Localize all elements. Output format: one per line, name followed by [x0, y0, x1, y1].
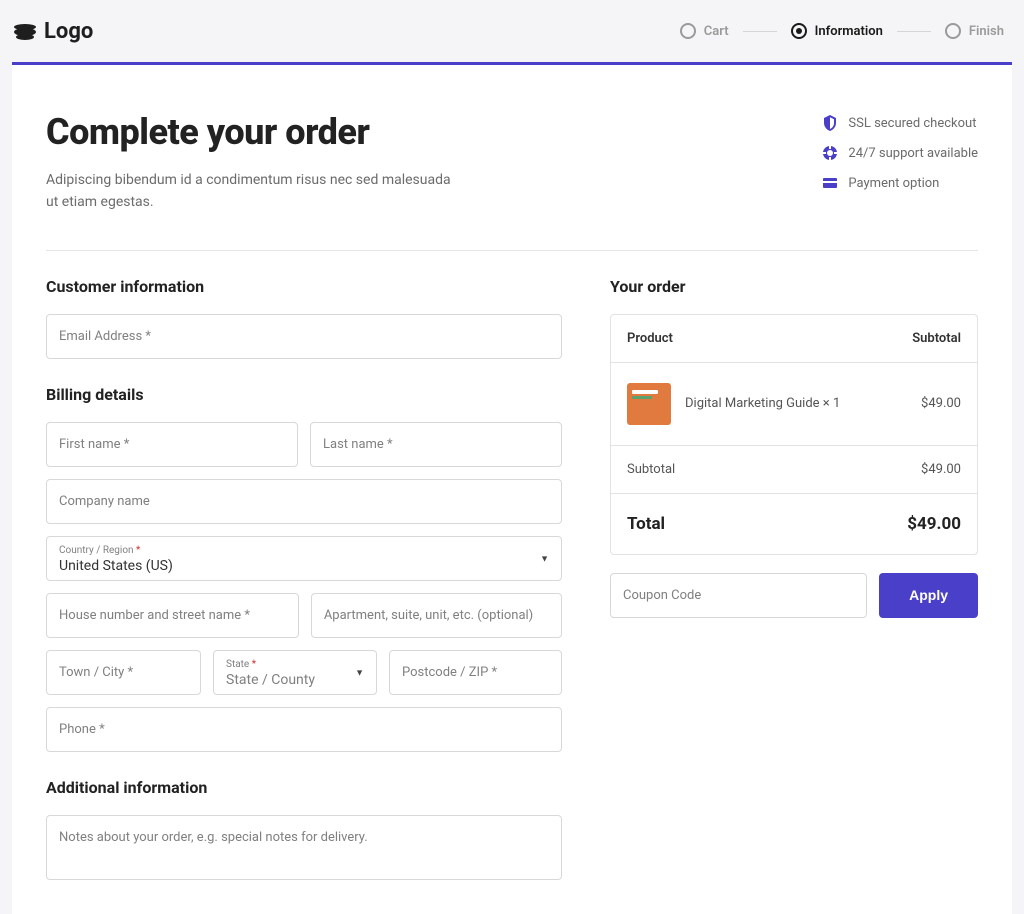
- notes-textarea[interactable]: [59, 830, 549, 845]
- company-field[interactable]: [46, 479, 562, 524]
- step-circle-icon: [945, 23, 961, 39]
- step-label: Information: [815, 24, 883, 39]
- order-heading: Your order: [610, 277, 978, 296]
- company-input[interactable]: [59, 494, 549, 509]
- country-select[interactable]: Country / Region * United States (US) ▼: [46, 536, 562, 581]
- card-icon: [822, 175, 838, 191]
- billing-heading: Billing details: [46, 385, 562, 404]
- chevron-down-icon: ▼: [355, 668, 364, 679]
- chevron-down-icon: ▼: [540, 554, 549, 565]
- logo-icon: [12, 18, 38, 44]
- order-column: Your order Product Subtotal Digital Mark…: [610, 277, 978, 880]
- header: Logo Cart Information Finish: [0, 0, 1024, 62]
- last-name-field[interactable]: [310, 422, 562, 467]
- zip-input[interactable]: [402, 665, 549, 680]
- step-label: Cart: [704, 24, 729, 39]
- shield-icon: [822, 115, 838, 131]
- coupon-field[interactable]: [610, 573, 867, 618]
- first-name-field[interactable]: [46, 422, 298, 467]
- phone-input[interactable]: [59, 722, 549, 737]
- coupon-row: Apply: [610, 573, 978, 618]
- page-body: Complete your order Adipiscing bibendum …: [12, 65, 1012, 914]
- order-head-product: Product: [627, 331, 673, 346]
- apartment-field[interactable]: [311, 593, 562, 638]
- first-name-input[interactable]: [59, 437, 285, 452]
- product-price: $49.00: [921, 396, 961, 411]
- support-icon: [822, 145, 838, 161]
- email-field[interactable]: [46, 314, 562, 359]
- product-thumbnail: [627, 383, 671, 425]
- logo-text: Logo: [44, 19, 93, 44]
- country-value: United States (US): [59, 558, 173, 574]
- trust-support: 24/7 support available: [822, 145, 978, 161]
- step-divider: [897, 31, 931, 32]
- step-divider: [743, 31, 777, 32]
- total-label: Total: [627, 514, 665, 534]
- apply-button[interactable]: Apply: [879, 573, 978, 618]
- page-title: Complete your order: [46, 111, 466, 153]
- last-name-input[interactable]: [323, 437, 549, 452]
- state-label: State *: [226, 659, 364, 670]
- trust-label: SSL secured checkout: [848, 116, 976, 131]
- notes-field[interactable]: [46, 815, 562, 880]
- subtotal-label: Subtotal: [627, 462, 675, 477]
- total-value: $49.00: [907, 514, 961, 534]
- page-description: Adipiscing bibendum id a condimentum ris…: [46, 169, 466, 214]
- trust-label: Payment option: [848, 176, 939, 191]
- trust-payment: Payment option: [822, 175, 978, 191]
- state-select[interactable]: State * State / County ▼: [213, 650, 377, 695]
- step-label: Finish: [969, 24, 1004, 39]
- city-field[interactable]: [46, 650, 201, 695]
- zip-field[interactable]: [389, 650, 562, 695]
- subtotal-value: $49.00: [921, 462, 961, 477]
- order-header-row: Product Subtotal: [611, 315, 977, 363]
- form-column: Customer information Billing details Cou…: [46, 277, 562, 880]
- step-finish[interactable]: Finish: [945, 23, 1004, 39]
- logo[interactable]: Logo: [12, 18, 93, 44]
- trust-ssl: SSL secured checkout: [822, 115, 978, 131]
- step-information[interactable]: Information: [791, 23, 883, 39]
- divider: [46, 250, 978, 251]
- order-total-row: Total $49.00: [611, 494, 977, 554]
- step-circle-active-icon: [791, 23, 807, 39]
- order-item-row: Digital Marketing Guide × 1 $49.00: [611, 363, 977, 446]
- customer-heading: Customer information: [46, 277, 562, 296]
- order-summary: Product Subtotal Digital Marketing Guide…: [610, 314, 978, 555]
- country-label: Country / Region *: [59, 545, 549, 556]
- trust-label: 24/7 support available: [848, 146, 978, 161]
- city-input[interactable]: [59, 665, 188, 680]
- step-cart[interactable]: Cart: [680, 23, 729, 39]
- trust-badges: SSL secured checkout 24/7 support availa…: [822, 111, 978, 214]
- step-circle-icon: [680, 23, 696, 39]
- hero: Complete your order Adipiscing bibendum …: [46, 111, 466, 214]
- apartment-input[interactable]: [324, 608, 549, 623]
- email-input[interactable]: [59, 329, 549, 344]
- additional-heading: Additional information: [46, 778, 562, 797]
- coupon-input[interactable]: [623, 588, 854, 603]
- order-head-subtotal: Subtotal: [912, 331, 961, 346]
- state-value: State / County: [226, 672, 315, 688]
- street-input[interactable]: [59, 608, 286, 623]
- checkout-steps: Cart Information Finish: [680, 23, 1004, 39]
- phone-field[interactable]: [46, 707, 562, 752]
- street-field[interactable]: [46, 593, 299, 638]
- order-subtotal-row: Subtotal $49.00: [611, 446, 977, 494]
- product-name: Digital Marketing Guide × 1: [685, 396, 840, 411]
